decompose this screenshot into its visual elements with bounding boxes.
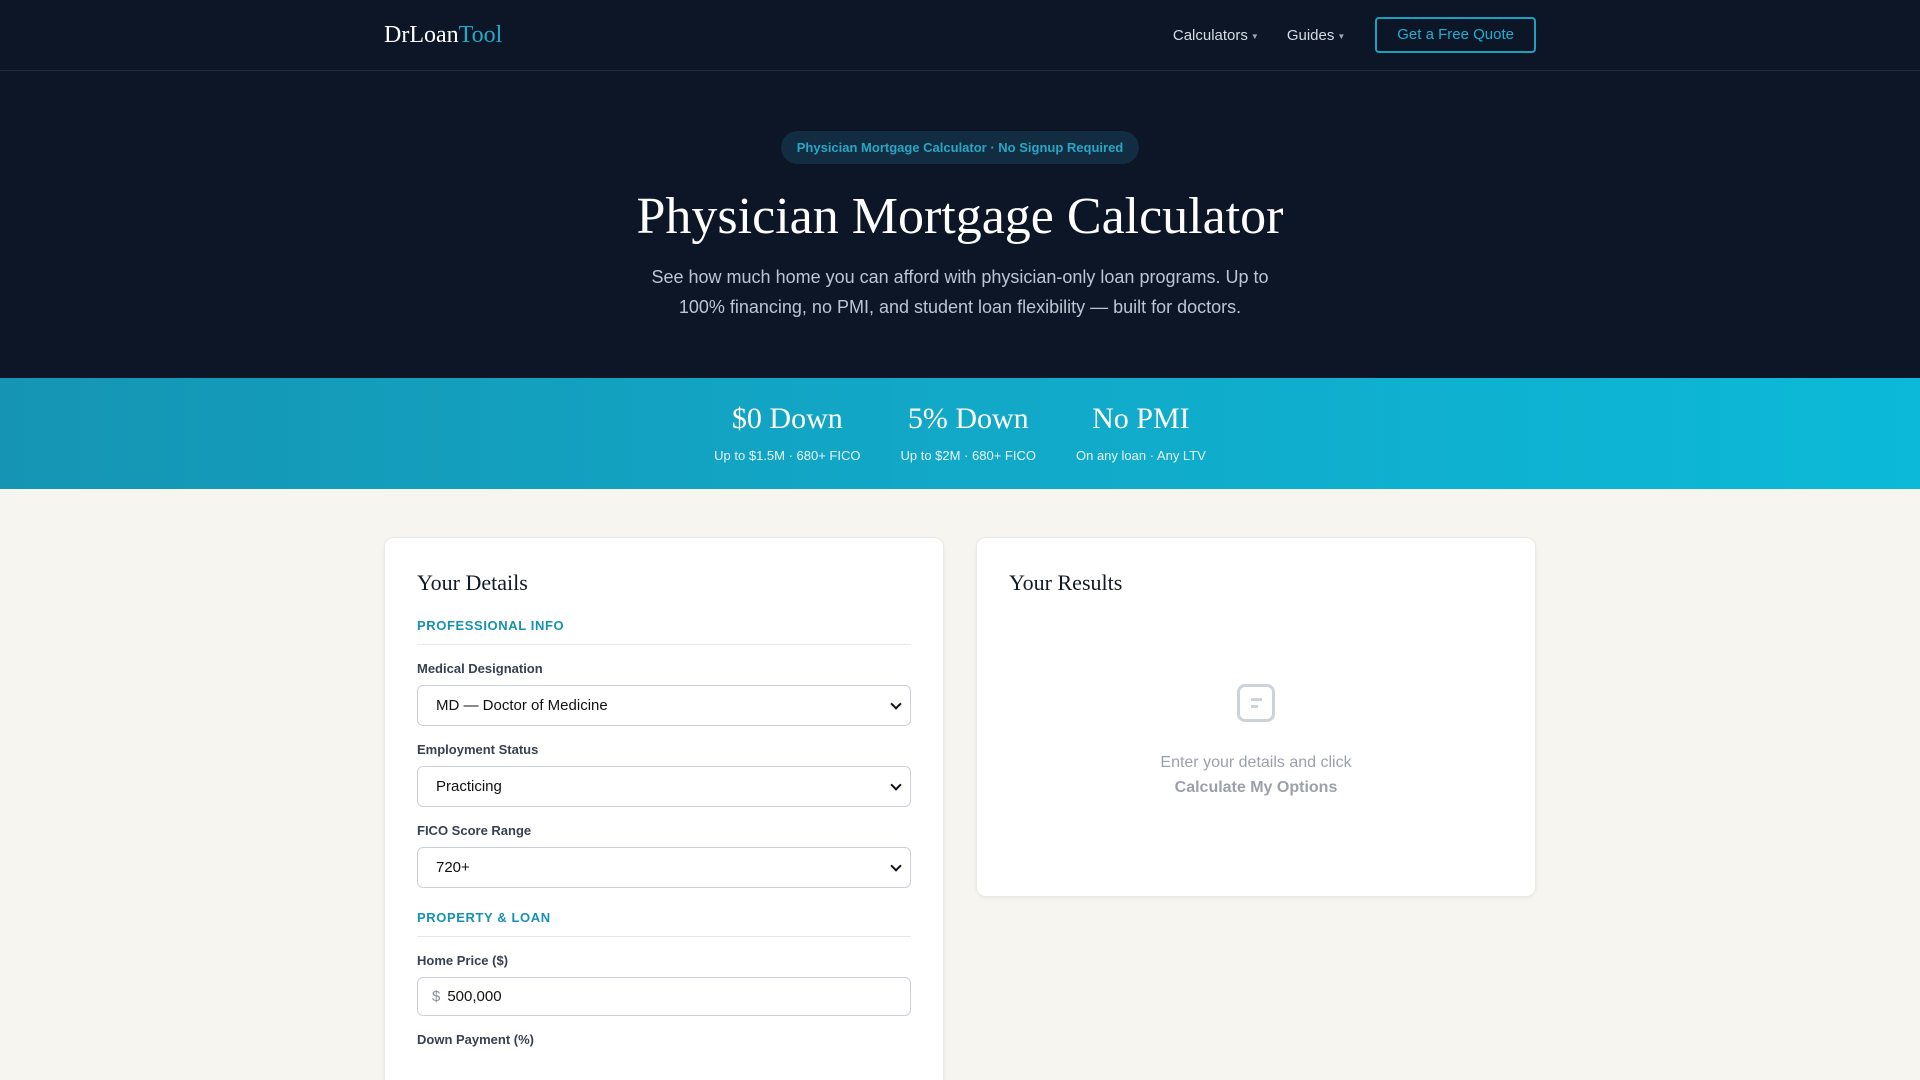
logo-main: DrLoan (384, 21, 459, 48)
section-professional-info: PROFESSIONAL INFO (417, 618, 911, 645)
hero-badge: Physician Mortgage Calculator · No Signu… (780, 131, 1140, 164)
nav-guides-label: Guides (1286, 26, 1335, 44)
stat-five-down: 5% Down Up to $2M · 680+ FICO (901, 378, 1036, 463)
dollar-prefix: $ (432, 988, 441, 1005)
home-price-input[interactable]: $ 500,000 (417, 977, 911, 1016)
results-empty-state: Enter your details and click Calculate M… (1009, 684, 1503, 800)
logo[interactable]: DrLoanTool (384, 22, 502, 49)
stat-subtitle: Up to $1.5M · 680+ FICO (714, 448, 861, 463)
stats-strip: $0 Down Up to $1.5M · 680+ FICO 5% Down … (0, 378, 1920, 489)
stat-title: 5% Down (907, 402, 1029, 435)
employment-value: Practicing (436, 778, 502, 795)
results-title: Your Results (1009, 570, 1123, 595)
nav-calculators-dropdown[interactable]: Calculators ▼ (1173, 27, 1259, 44)
empty-state-text: Enter your details and click (1160, 754, 1352, 771)
hero: Physician Mortgage Calculator · No Signu… (0, 71, 1920, 378)
designation-value: MD — Doctor of Medicine (436, 697, 608, 714)
fico-score-select[interactable]: 720+ (417, 847, 911, 888)
top-nav: DrLoanTool Calculators ▼ Guides ▼ Get a … (0, 0, 1920, 71)
nav-guides-dropdown[interactable]: Guides ▼ (1287, 27, 1345, 44)
home-price-value: 500,000 (447, 988, 502, 1005)
document-icon (1237, 684, 1275, 722)
details-title: Your Details (417, 570, 528, 595)
page-title: Physician Mortgage Calculator (636, 188, 1284, 245)
fico-value: 720+ (436, 859, 470, 876)
nav-calculators-label: Calculators (1172, 26, 1248, 44)
stat-no-pmi: No PMI On any loan · Any LTV (1076, 378, 1206, 463)
chevron-down-icon (890, 778, 902, 791)
results-card: Your Results Enter your details and clic… (976, 537, 1536, 897)
get-free-quote-button[interactable]: Get a Free Quote (1375, 17, 1536, 53)
caret-down-icon: ▼ (1337, 32, 1346, 41)
logo-accent: Tool (458, 21, 503, 48)
employment-label: Employment Status (417, 742, 539, 757)
section-property-loan: PROPERTY & LOAN (417, 910, 911, 937)
stat-subtitle: Up to $2M · 680+ FICO (900, 448, 1036, 463)
nav-inner: DrLoanTool Calculators ▼ Guides ▼ Get a … (384, 0, 1536, 70)
down-payment-label: Down Payment (%) (417, 1032, 535, 1047)
caret-down-icon: ▼ (1250, 32, 1259, 41)
stat-subtitle: On any loan · Any LTV (1075, 448, 1206, 463)
home-price-label: Home Price ($) (417, 953, 509, 968)
stat-title: $0 Down (731, 402, 843, 435)
designation-label: Medical Designation (417, 661, 543, 676)
stat-title: No PMI (1092, 402, 1190, 435)
hero-subtitle: See how much home you can afford with ph… (651, 267, 1269, 317)
employment-status-select[interactable]: Practicing (417, 766, 911, 807)
fico-label: FICO Score Range (417, 823, 532, 838)
medical-designation-select[interactable]: MD — Doctor of Medicine (417, 685, 911, 726)
empty-state-action: Calculate My Options (1174, 779, 1338, 796)
nav-right: Calculators ▼ Guides ▼ Get a Free Quote (1173, 17, 1536, 53)
chevron-down-icon (890, 859, 902, 872)
chevron-down-icon (890, 697, 902, 710)
details-card: Your Details PROFESSIONAL INFO Medical D… (384, 537, 944, 1080)
stat-zero-down: $0 Down Up to $1.5M · 680+ FICO (714, 378, 860, 463)
main-content: Your Details PROFESSIONAL INFO Medical D… (384, 537, 1536, 1080)
